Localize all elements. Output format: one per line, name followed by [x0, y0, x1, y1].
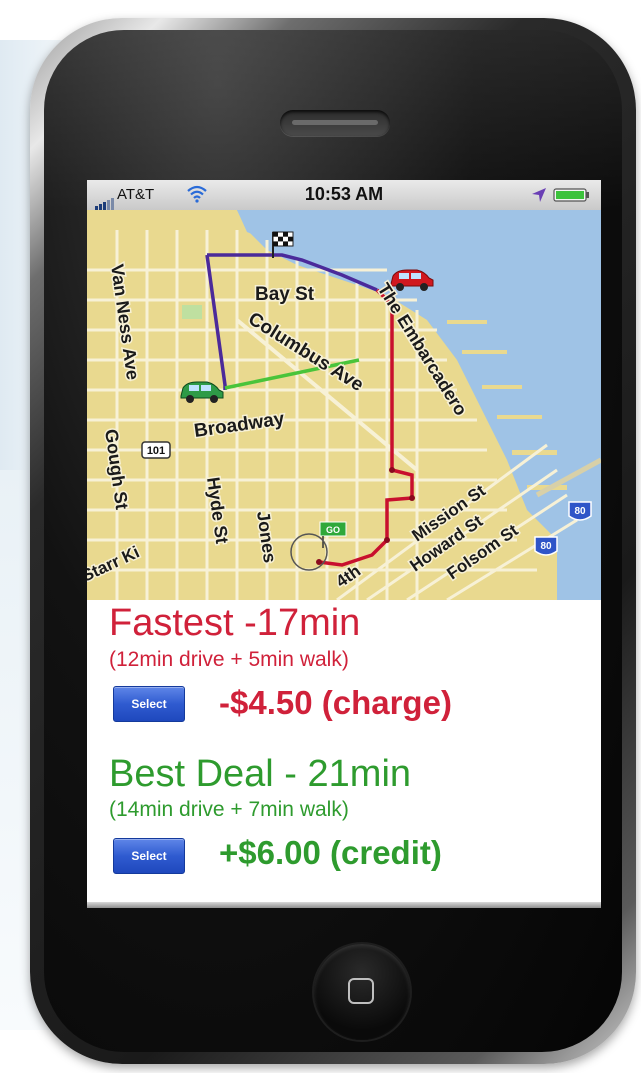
svg-text:101: 101 — [147, 445, 165, 457]
svg-text:80: 80 — [540, 541, 552, 552]
fastest-route-detail: (12min drive + 5min walk) — [109, 648, 349, 671]
map-canvas: GO 101 80 80 Bay St Columbus Ave Broadwa… — [87, 210, 601, 600]
phone-screen: AT&T 10:53 AM GO 101 80 80 Bay St Columb… — [87, 180, 601, 908]
best-deal-route-price: +$6.00 (credit) — [219, 834, 442, 871]
highway-101-shield: 101 — [141, 441, 171, 459]
home-square-icon — [348, 978, 374, 1004]
location-arrow-icon — [532, 188, 546, 202]
fastest-route-title: Fastest -17min — [109, 602, 361, 644]
highway-80-shield-lower: 80 — [534, 536, 558, 556]
select-fastest-button[interactable]: Select — [113, 686, 185, 722]
fastest-route-price: -$4.50 (charge) — [219, 684, 452, 721]
svg-text:80: 80 — [574, 506, 586, 517]
park-area — [182, 305, 202, 319]
status-bar: AT&T 10:53 AM — [87, 180, 601, 211]
screen-bottom-edge — [87, 902, 601, 908]
select-best-deal-button[interactable]: Select — [113, 838, 185, 874]
go-label: GO — [326, 525, 340, 535]
best-deal-route-detail: (14min drive + 7min walk) — [109, 798, 349, 821]
home-button[interactable] — [314, 944, 410, 1040]
best-deal-route-title: Best Deal - 21min — [109, 753, 412, 795]
highway-80-shield-upper: 80 — [568, 501, 592, 521]
earpiece-speaker — [280, 110, 390, 136]
battery-icon — [553, 188, 589, 202]
route-options-panel: Fastest -17min (12min drive + 5min walk)… — [87, 600, 601, 908]
label-bay-st: Bay St — [255, 284, 315, 305]
route-map[interactable]: GO 101 80 80 Bay St Columbus Ave Broadwa… — [87, 210, 601, 600]
clock-time: 10:53 AM — [304, 184, 384, 204]
